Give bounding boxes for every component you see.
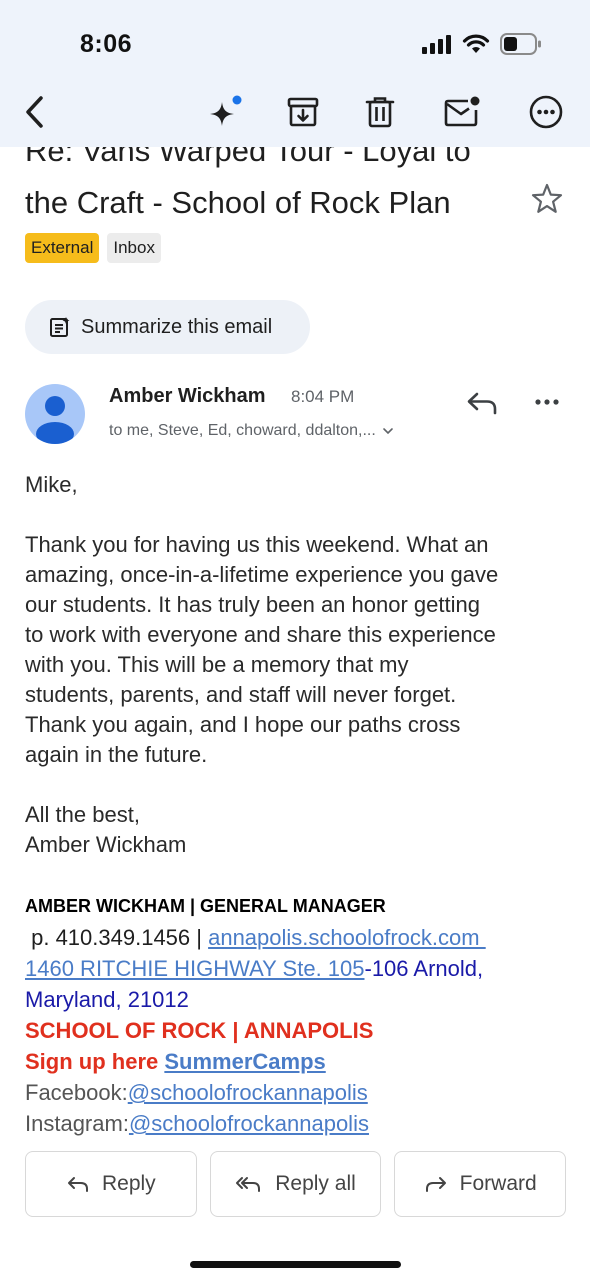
reply-icon bbox=[467, 392, 497, 415]
summarize-label: Summarize this email bbox=[81, 315, 273, 338]
sender-avatar[interactable] bbox=[25, 384, 85, 444]
body-line: to work with everyone and share this exp… bbox=[25, 622, 496, 647]
more-icon bbox=[529, 95, 563, 129]
signup-line: Sign up here SummerCamps bbox=[25, 1046, 570, 1077]
signature-address-line: 1460 RITCHIE HIGHWAY Ste. 105-106 Arnold… bbox=[25, 953, 570, 984]
signup-text: Sign up here bbox=[25, 1049, 165, 1074]
email-labels: External Inbox bbox=[25, 233, 161, 263]
email-signature: AMBER WICKHAM | GENERAL MANAGER p. 410.3… bbox=[25, 894, 570, 1139]
closing-name: Amber Wickham bbox=[25, 832, 187, 857]
forward-icon bbox=[425, 1177, 446, 1192]
forward-label: Forward bbox=[459, 1172, 537, 1195]
mark-unread-button[interactable] bbox=[440, 90, 484, 134]
delete-button[interactable] bbox=[358, 90, 402, 134]
recipients-toggle[interactable]: to me, Steve, Ed, choward, ddalton,... bbox=[109, 422, 394, 440]
body-line: Thank you for having us this weekend. Wh… bbox=[25, 532, 489, 557]
reply-all-label: Reply all bbox=[275, 1172, 356, 1195]
label-inbox[interactable]: Inbox bbox=[107, 233, 161, 263]
more-options-button[interactable] bbox=[524, 90, 568, 134]
status-time: 8:06 bbox=[80, 30, 133, 58]
sender-name[interactable]: Amber Wickham bbox=[109, 385, 266, 408]
website-link[interactable]: annapolis.schoolofrock.com bbox=[208, 925, 486, 950]
back-arrow-icon bbox=[26, 96, 43, 128]
quick-reply-button[interactable] bbox=[465, 386, 499, 420]
more-horiz-icon bbox=[535, 399, 559, 405]
status-icons bbox=[422, 33, 542, 55]
email-time: 8:04 PM bbox=[291, 387, 355, 406]
reply-all-button[interactable]: Reply all bbox=[209, 1151, 382, 1217]
reply-all-icon bbox=[236, 1177, 261, 1192]
body-line: Thank you again, and I hope our paths cr… bbox=[25, 712, 461, 737]
chevron-down-icon bbox=[383, 428, 393, 435]
gemini-button[interactable] bbox=[203, 90, 247, 134]
instagram-label: Instagram: bbox=[25, 1111, 129, 1136]
reply-label: Reply bbox=[101, 1172, 156, 1195]
reply-actions: Reply Reply all Forward bbox=[25, 1151, 567, 1217]
message-more-button[interactable] bbox=[530, 390, 564, 414]
back-button[interactable] bbox=[12, 90, 56, 134]
body-line: again in the future. bbox=[25, 742, 208, 767]
signature-address-line-2: Maryland, 21012 bbox=[25, 987, 189, 1012]
summarize-icon bbox=[50, 317, 70, 337]
summer-camps-link[interactable]: SummerCamps bbox=[164, 1049, 325, 1074]
mark-unread-icon bbox=[444, 96, 480, 127]
signature-title: AMBER WICKHAM | GENERAL MANAGER bbox=[25, 896, 386, 916]
summarize-button[interactable]: Summarize this email bbox=[25, 300, 310, 354]
body-line: our students. It has truly been an honor… bbox=[25, 592, 480, 617]
body-line: students, parents, and staff will never … bbox=[25, 682, 457, 707]
address-rest: -106 Arnold, bbox=[364, 956, 484, 981]
facebook-line: Facebook:@schoolofrockannapolis bbox=[25, 1077, 570, 1108]
body-line: with you. This will be a memory that my bbox=[25, 652, 409, 677]
top-bar: 8:06 bbox=[0, 0, 590, 147]
reply-button[interactable]: Reply bbox=[25, 1151, 197, 1217]
email-body: Mike, Thank you for having us this weeke… bbox=[25, 470, 570, 860]
signal-icon bbox=[422, 35, 451, 54]
body-paragraph: Thank you for having us this weekend. Wh… bbox=[25, 530, 570, 770]
label-external[interactable]: External bbox=[25, 233, 100, 263]
battery-icon bbox=[500, 33, 541, 55]
closing: All the best, bbox=[25, 802, 140, 827]
body-line: amazing, once-in-a-lifetime experience y… bbox=[25, 562, 499, 587]
email-toolbar bbox=[0, 90, 590, 138]
trash-icon bbox=[365, 97, 395, 128]
address-link[interactable]: 1460 RITCHIE HIGHWAY Ste. 105 bbox=[25, 956, 365, 981]
star-icon bbox=[531, 183, 563, 213]
signature-phone-line: p. 410.349.1456 | annapolis.schoolofrock… bbox=[25, 922, 570, 953]
subject-line-2: the Craft - School of Rock Plan bbox=[25, 185, 451, 220]
facebook-label: Facebook: bbox=[25, 1080, 128, 1105]
forward-button[interactable]: Forward bbox=[394, 1151, 567, 1217]
archive-icon bbox=[287, 97, 319, 127]
facebook-link[interactable]: @schoolofrockannapolis bbox=[128, 1080, 368, 1105]
wifi-icon bbox=[462, 34, 490, 53]
home-indicator[interactable] bbox=[190, 1261, 401, 1268]
sparkle-icon bbox=[210, 95, 242, 126]
school-name: SCHOOL OF ROCK | ANNAPOLIS bbox=[25, 1018, 374, 1043]
star-button[interactable] bbox=[530, 182, 564, 216]
person-icon bbox=[36, 396, 74, 444]
archive-button[interactable] bbox=[281, 90, 325, 134]
signature-phone: p. 410.349.1456 | bbox=[25, 925, 209, 950]
instagram-line: Instagram:@schoolofrockannapolis bbox=[25, 1108, 570, 1139]
reply-icon bbox=[67, 1177, 88, 1192]
recipients-text: to me, Steve, Ed, choward, ddalton,... bbox=[109, 422, 376, 439]
instagram-link[interactable]: @schoolofrockannapolis bbox=[129, 1111, 369, 1136]
greeting: Mike, bbox=[25, 472, 78, 497]
